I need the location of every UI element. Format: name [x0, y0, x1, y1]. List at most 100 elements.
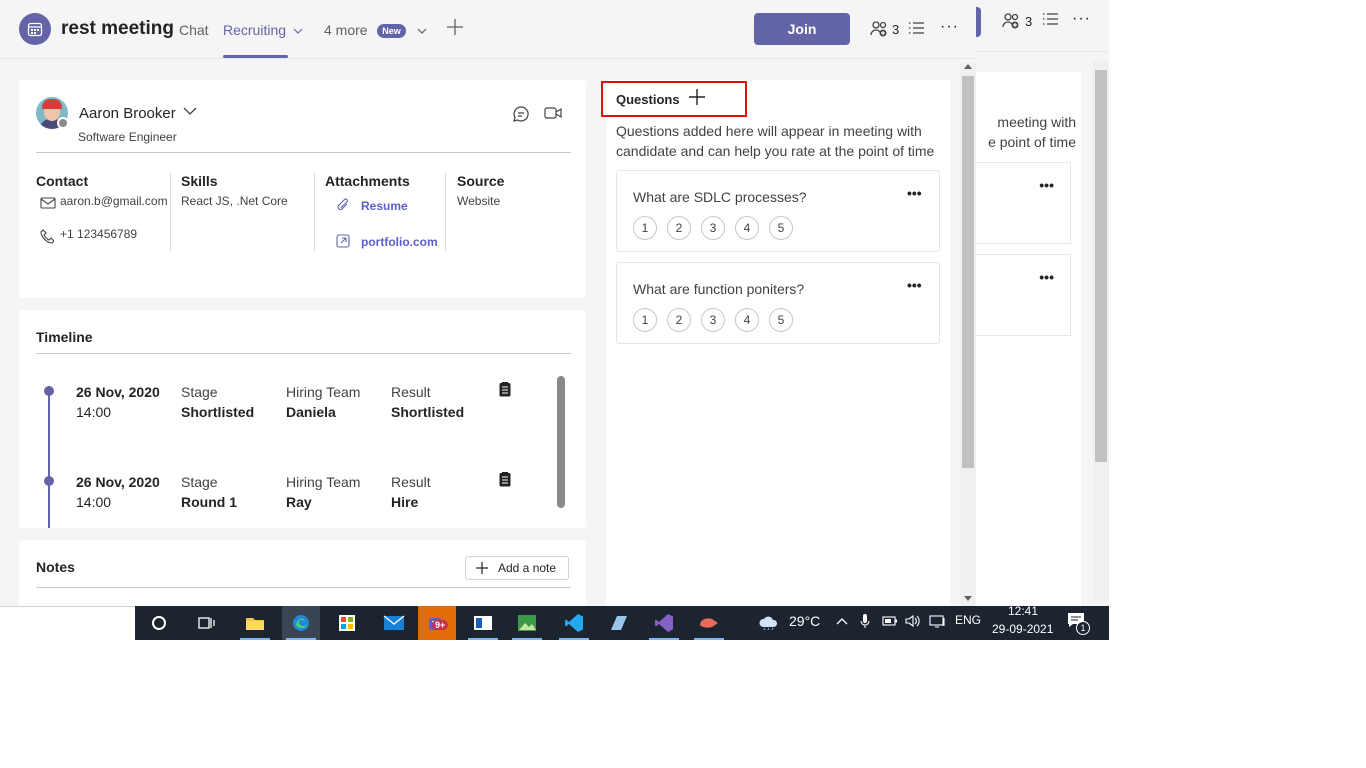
more-options-icon[interactable]: ··· — [940, 18, 959, 36]
rating-button[interactable]: 1 — [633, 308, 657, 332]
rating-button[interactable]: 5 — [769, 308, 793, 332]
weather-temperature[interactable]: 29°C — [789, 613, 820, 629]
rating-button[interactable]: 3 — [701, 216, 725, 240]
participants-button[interactable]: 3 — [870, 20, 899, 38]
cortana-button[interactable] — [140, 606, 178, 640]
rating-button[interactable]: 1 — [633, 216, 657, 240]
background-question-card: ••• — [976, 162, 1071, 244]
paperclip-icon — [337, 198, 348, 211]
language-indicator[interactable]: ENG — [955, 613, 981, 627]
chevron-down-icon[interactable] — [183, 106, 197, 116]
background-join-button[interactable] — [976, 7, 981, 37]
candidate-phone[interactable]: +1 123456789 — [60, 227, 137, 241]
chevron-up-icon[interactable] — [836, 617, 848, 625]
tab-more[interactable]: 4 more — [324, 22, 368, 38]
more-icon[interactable]: ••• — [907, 185, 922, 201]
background-questions-panel — [976, 72, 1081, 632]
app-button[interactable] — [690, 606, 728, 640]
app-button[interactable] — [464, 606, 502, 640]
join-button[interactable]: Join — [754, 13, 850, 45]
volume-icon[interactable] — [905, 614, 921, 628]
video-icon[interactable] — [544, 106, 562, 120]
background-more-icon[interactable]: ··· — [1072, 10, 1091, 28]
app-button[interactable] — [600, 606, 638, 640]
notifications-button[interactable]: 1 — [1062, 609, 1092, 637]
resume-link[interactable]: Resume — [361, 199, 408, 213]
question-card: What are SDLC processes? ••• 1 2 3 4 5 — [616, 170, 940, 252]
result-value: Hire — [391, 494, 419, 510]
skills-heading: Skills — [181, 173, 218, 189]
main-scroll-thumb[interactable] — [962, 76, 974, 468]
attachments-heading: Attachments — [325, 173, 410, 189]
teams-button[interactable]: T 9+ — [418, 606, 456, 640]
background-description: meeting with e point of time — [976, 112, 1076, 152]
more-icon[interactable]: ••• — [1039, 269, 1054, 285]
rating-button[interactable]: 5 — [769, 216, 793, 240]
battery-icon[interactable] — [882, 616, 898, 626]
stage-label: Stage — [181, 384, 218, 400]
visual-studio-button[interactable] — [645, 606, 683, 640]
scroll-down-icon[interactable] — [964, 596, 972, 601]
people-icon — [870, 21, 887, 37]
notes-card: Notes Add a note — [19, 540, 586, 606]
portfolio-link[interactable]: portfolio.com — [361, 235, 438, 249]
background-scroll-thumb[interactable] — [1095, 70, 1107, 462]
candidate-source: Website — [457, 194, 501, 208]
mail-button[interactable] — [375, 606, 413, 640]
timeline-title: Timeline — [36, 329, 93, 345]
rating-button[interactable]: 2 — [667, 308, 691, 332]
timeline-scrollbar[interactable] — [557, 376, 565, 508]
rating-button[interactable]: 4 — [735, 308, 759, 332]
tab-recruiting[interactable]: Recruiting — [223, 22, 303, 38]
participants-count: 3 — [892, 21, 900, 37]
clock-time[interactable]: 12:41 — [1008, 604, 1038, 618]
background-participants-button[interactable]: 3 — [1002, 12, 1032, 30]
edge-icon — [293, 615, 309, 631]
add-tab-button[interactable] — [446, 18, 464, 40]
tab-chat[interactable]: Chat — [179, 22, 209, 38]
rating-button[interactable]: 4 — [735, 216, 759, 240]
document-icon[interactable] — [499, 472, 511, 487]
network-icon[interactable] — [929, 614, 947, 628]
timeline-card: Timeline 26 Nov, 2020 14:00 Stage Shortl… — [19, 310, 586, 528]
candidate-email[interactable]: aaron.b@gmail.com — [60, 194, 168, 208]
timeline-time: 14:00 — [76, 404, 112, 420]
result-label: Result — [391, 384, 431, 400]
chevron-down-icon — [293, 28, 303, 34]
chat-icon[interactable] — [512, 105, 530, 123]
list-icon[interactable] — [1042, 12, 1058, 26]
mail-icon — [40, 197, 56, 209]
contact-heading: Contact — [36, 173, 89, 189]
rating-button[interactable]: 2 — [667, 216, 691, 240]
file-explorer-button[interactable] — [236, 606, 274, 640]
candidate-card: Aaron Brooker Software Engineer Contact … — [19, 80, 586, 298]
microphone-icon[interactable] — [860, 613, 870, 629]
photos-button[interactable] — [508, 606, 546, 640]
add-question-icon[interactable] — [688, 88, 706, 106]
background-participants-count: 3 — [1025, 13, 1033, 29]
mail-app-icon — [383, 615, 405, 630]
external-link-icon — [336, 234, 350, 248]
scroll-up-icon[interactable] — [964, 64, 972, 69]
rating-button[interactable]: 3 — [701, 308, 725, 332]
more-icon[interactable]: ••• — [907, 277, 922, 293]
notes-title: Notes — [36, 559, 75, 575]
candidate-name[interactable]: Aaron Brooker — [79, 105, 176, 122]
notification-count: 1 — [1076, 621, 1090, 635]
tab-recruiting-label: Recruiting — [223, 22, 287, 38]
cortana-icon — [152, 616, 166, 630]
document-icon[interactable] — [499, 382, 511, 397]
task-view-button[interactable] — [188, 606, 226, 640]
edge-button[interactable] — [282, 606, 320, 640]
clock-date[interactable]: 29-09-2021 — [992, 622, 1053, 636]
chevron-down-icon[interactable] — [417, 27, 427, 35]
more-icon[interactable]: ••• — [1039, 177, 1054, 193]
task-view-icon — [198, 617, 215, 629]
store-button[interactable] — [328, 606, 366, 640]
new-badge: New — [377, 24, 406, 38]
weather-icon[interactable] — [758, 614, 780, 630]
presence-status — [57, 117, 69, 129]
add-note-button[interactable]: Add a note — [465, 556, 569, 580]
vscode-button[interactable] — [555, 606, 593, 640]
list-icon[interactable] — [908, 21, 924, 35]
